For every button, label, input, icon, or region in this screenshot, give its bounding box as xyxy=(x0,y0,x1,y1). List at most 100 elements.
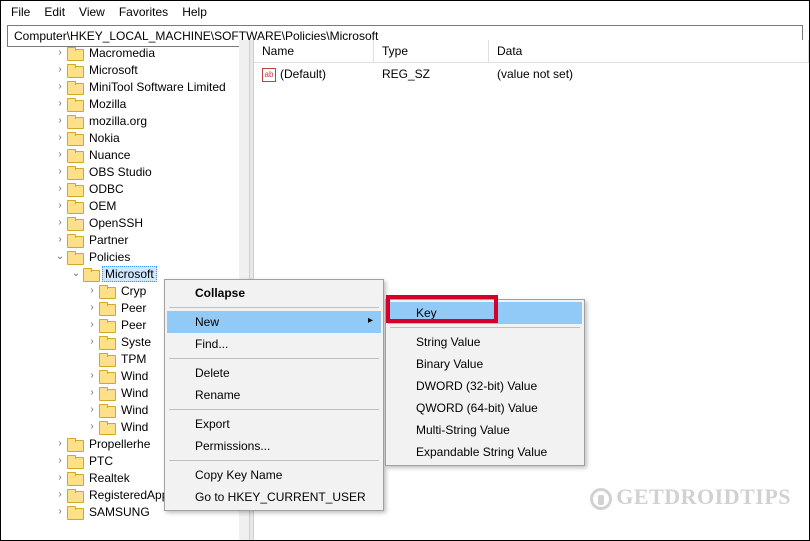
chevron-right-icon[interactable] xyxy=(53,506,67,517)
chevron-right-icon[interactable] xyxy=(53,115,67,126)
chevron-right-icon[interactable] xyxy=(53,149,67,160)
menu-item[interactable]: Find... xyxy=(167,333,381,355)
tree-item-label: Wind xyxy=(118,403,151,417)
col-header-name[interactable]: Name xyxy=(254,40,374,62)
tree-item[interactable]: Policies xyxy=(1,248,249,265)
folder-icon xyxy=(99,404,114,416)
chevron-right-icon[interactable] xyxy=(53,455,67,466)
menu-item[interactable]: Expandable String Value xyxy=(388,441,582,463)
chevron-right-icon[interactable] xyxy=(85,319,99,330)
tree-item-label: Peer xyxy=(118,318,149,332)
menu-favorites[interactable]: Favorites xyxy=(113,3,174,21)
chevron-right-icon[interactable] xyxy=(53,234,67,245)
menu-item[interactable]: Go to HKEY_CURRENT_USER xyxy=(167,486,381,508)
chevron-right-icon[interactable] xyxy=(53,217,67,228)
menu-item[interactable]: Key xyxy=(388,302,582,324)
chevron-right-icon[interactable] xyxy=(85,370,99,381)
tree-item[interactable]: OEM xyxy=(1,197,249,214)
menu-item[interactable]: Multi-String Value xyxy=(388,419,582,441)
tree-item-label: Policies xyxy=(86,250,133,264)
menu-item[interactable]: QWORD (64-bit) Value xyxy=(388,397,582,419)
menu-item[interactable]: String Value xyxy=(388,331,582,353)
chevron-right-icon[interactable] xyxy=(53,98,67,109)
tree-item-label: OBS Studio xyxy=(86,165,155,179)
menu-help[interactable]: Help xyxy=(176,3,213,21)
folder-icon xyxy=(99,370,114,382)
tree-item-label: mozilla.org xyxy=(86,114,150,128)
folder-icon xyxy=(99,319,114,331)
folder-icon xyxy=(67,132,82,144)
chevron-right-icon[interactable] xyxy=(53,64,67,75)
tree-item[interactable]: Nuance xyxy=(1,146,249,163)
col-header-type[interactable]: Type xyxy=(374,40,489,62)
tree-item-label: Nokia xyxy=(86,131,123,145)
chevron-right-icon[interactable] xyxy=(53,472,67,483)
tree-item-label: Nuance xyxy=(86,148,133,162)
tree-item[interactable]: MiniTool Software Limited xyxy=(1,78,249,95)
tree-item[interactable]: Mozilla xyxy=(1,95,249,112)
tree-item[interactable]: Partner xyxy=(1,231,249,248)
folder-icon xyxy=(99,302,114,314)
folder-icon xyxy=(99,353,114,365)
menu-item[interactable]: DWORD (32-bit) Value xyxy=(388,375,582,397)
menu-item[interactable]: New xyxy=(167,311,381,333)
chevron-right-icon[interactable] xyxy=(53,183,67,194)
folder-icon xyxy=(67,200,82,212)
tree-item[interactable]: OpenSSH xyxy=(1,214,249,231)
chevron-right-icon[interactable] xyxy=(53,438,67,449)
tree-item[interactable]: Nokia xyxy=(1,129,249,146)
tree-item-label: Cryp xyxy=(118,284,149,298)
chevron-right-icon[interactable] xyxy=(53,81,67,92)
tree-item[interactable]: Microsoft xyxy=(1,61,249,78)
chevron-right-icon[interactable] xyxy=(85,404,99,415)
folder-icon xyxy=(67,149,82,161)
menu-item[interactable]: Delete xyxy=(167,362,381,384)
folder-icon xyxy=(67,166,82,178)
menu-item[interactable]: Rename xyxy=(167,384,381,406)
menu-item[interactable]: Permissions... xyxy=(167,435,381,457)
menu-file[interactable]: File xyxy=(5,3,36,21)
context-menu-key[interactable]: Collapse NewFind... DeleteRename ExportPerm… xyxy=(164,279,384,511)
folder-icon xyxy=(67,506,82,518)
chevron-right-icon[interactable] xyxy=(53,166,67,177)
chevron-right-icon[interactable] xyxy=(53,200,67,211)
folder-icon xyxy=(83,268,98,280)
value-row[interactable]: (Default) REG_SZ (value not set) xyxy=(254,63,809,86)
folder-icon xyxy=(99,285,114,297)
tree-item[interactable]: OBS Studio xyxy=(1,163,249,180)
menu-separator xyxy=(169,358,379,359)
menu-item[interactable]: Copy Key Name xyxy=(167,464,381,486)
folder-icon xyxy=(67,47,82,59)
chevron-right-icon[interactable] xyxy=(85,387,99,398)
tree-item-label: Realtek xyxy=(86,471,133,485)
menu-item[interactable]: Collapse xyxy=(167,282,381,304)
chevron-right-icon[interactable] xyxy=(53,132,67,143)
folder-icon xyxy=(67,115,82,127)
menu-separator xyxy=(169,307,379,308)
tree-item[interactable]: ODBC xyxy=(1,180,249,197)
tree-item[interactable]: Macromedia xyxy=(1,44,249,61)
chevron-down-icon[interactable] xyxy=(69,268,83,279)
menu-item[interactable]: Export xyxy=(167,413,381,435)
tree-item-label: Wind xyxy=(118,369,151,383)
value-data: (value not set) xyxy=(489,66,809,83)
menu-view[interactable]: View xyxy=(73,3,111,21)
chevron-down-icon[interactable] xyxy=(53,251,67,262)
tree-item[interactable]: mozilla.org xyxy=(1,112,249,129)
folder-icon xyxy=(67,81,82,93)
menu-separator xyxy=(169,460,379,461)
folder-icon xyxy=(67,489,82,501)
context-menu-new[interactable]: Key String ValueBinary ValueDWORD (32-bit… xyxy=(385,299,585,466)
chevron-right-icon[interactable] xyxy=(85,421,99,432)
chevron-right-icon[interactable] xyxy=(53,489,67,500)
chevron-right-icon[interactable] xyxy=(85,302,99,313)
folder-icon xyxy=(67,472,82,484)
menu-edit[interactable]: Edit xyxy=(38,3,71,21)
chevron-right-icon[interactable] xyxy=(85,336,99,347)
col-header-data[interactable]: Data xyxy=(489,40,809,62)
menu-item[interactable]: Binary Value xyxy=(388,353,582,375)
chevron-right-icon[interactable] xyxy=(85,285,99,296)
tree-item-label: ODBC xyxy=(86,182,127,196)
chevron-right-icon[interactable] xyxy=(53,47,67,58)
tree-item-label: SAMSUNG xyxy=(86,505,153,519)
